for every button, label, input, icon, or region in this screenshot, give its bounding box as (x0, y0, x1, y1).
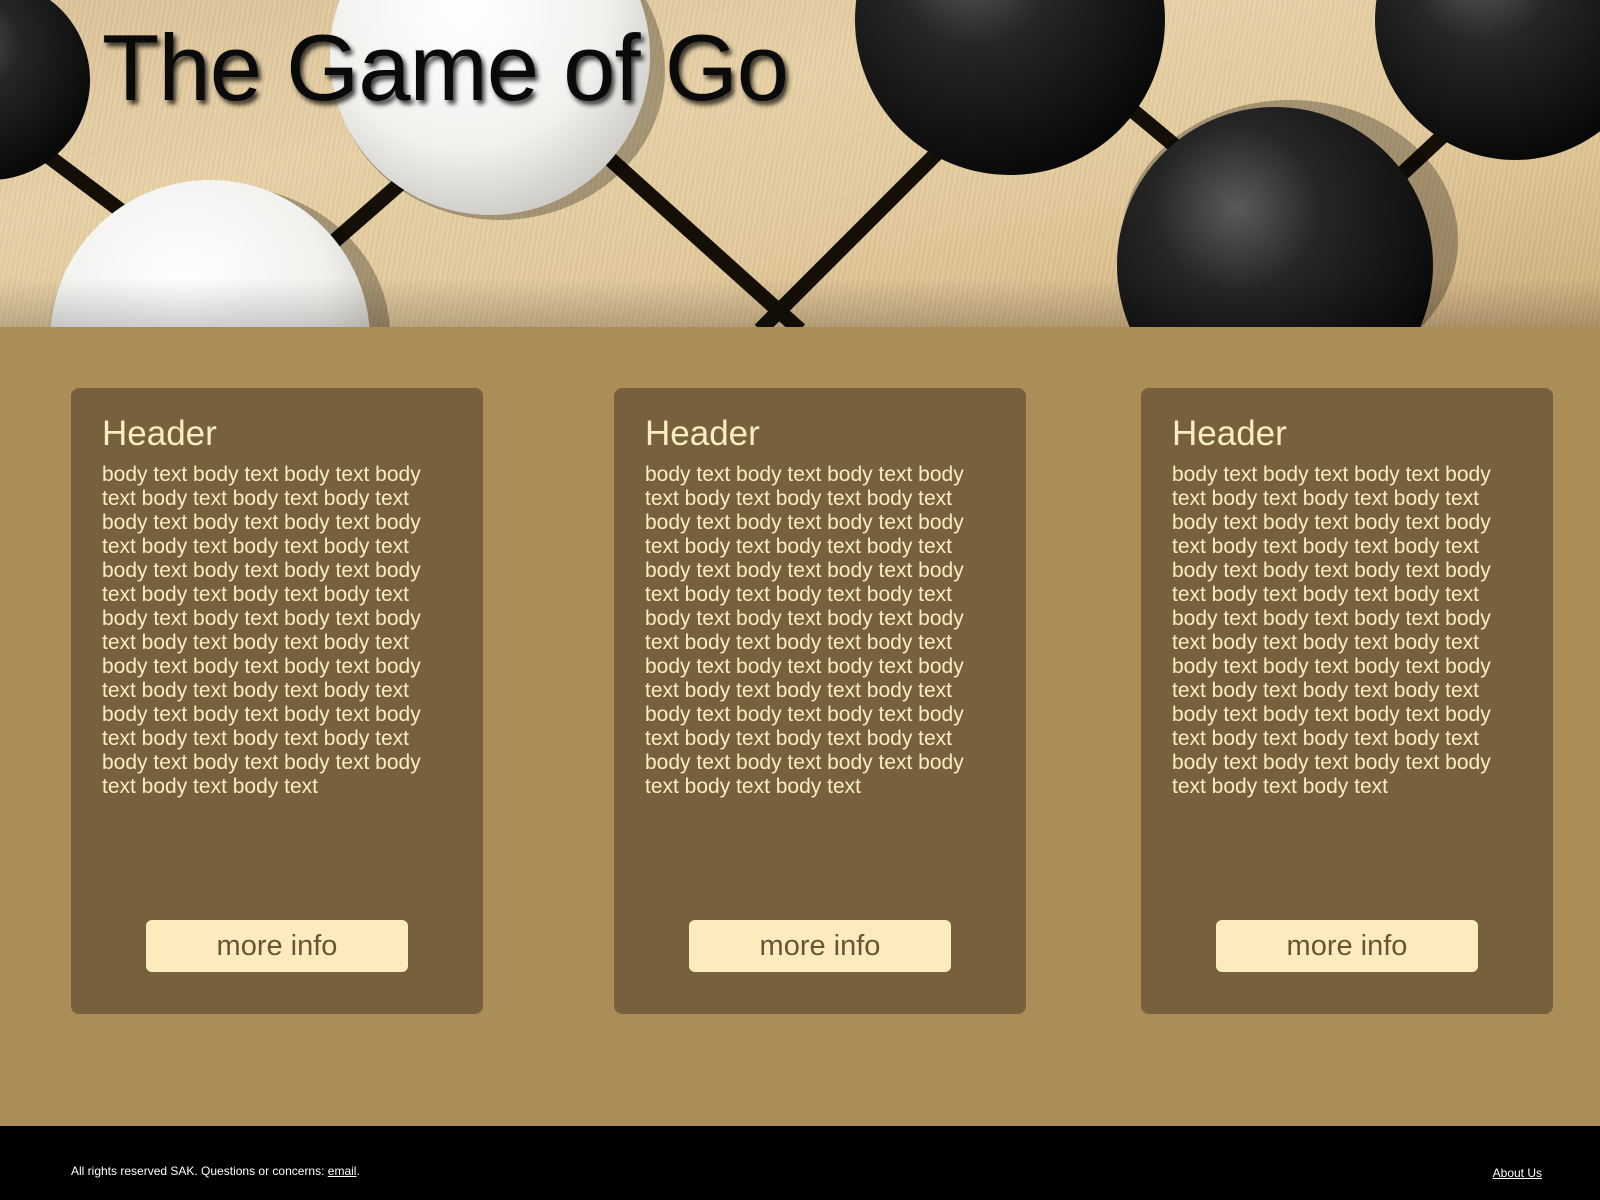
footer: All rights reserved SAK. Questions or co… (0, 1126, 1600, 1200)
card-body-text: body text body text body text body text … (645, 463, 964, 798)
info-card: Header body text body text body text bod… (71, 388, 483, 1014)
about-us-link[interactable]: About Us (1493, 1166, 1542, 1180)
card-header: Header (645, 414, 760, 453)
footer-nav: About Us (1493, 1166, 1542, 1180)
more-info-button[interactable]: more info (1216, 920, 1478, 972)
card-body-text: body text body text body text body text … (102, 463, 421, 798)
info-card: Header body text body text body text bod… (1141, 388, 1553, 1014)
page-title: The Game of Go (102, 15, 789, 120)
card-body-text: body text body text body text body text … (1172, 463, 1491, 798)
footer-copyright: All rights reserved SAK. Questions or co… (71, 1164, 360, 1178)
more-info-button[interactable]: more info (146, 920, 408, 972)
info-card: Header body text body text body text bod… (614, 388, 1026, 1014)
hero-banner: The Game of Go (0, 0, 1600, 327)
email-link[interactable]: email (328, 1164, 357, 1178)
more-info-button[interactable]: more info (689, 920, 951, 972)
card-header: Header (102, 414, 217, 453)
footer-period: . (356, 1164, 360, 1178)
card-header: Header (1172, 414, 1287, 453)
copyright-text: All rights reserved SAK. Questions or co… (71, 1164, 328, 1178)
